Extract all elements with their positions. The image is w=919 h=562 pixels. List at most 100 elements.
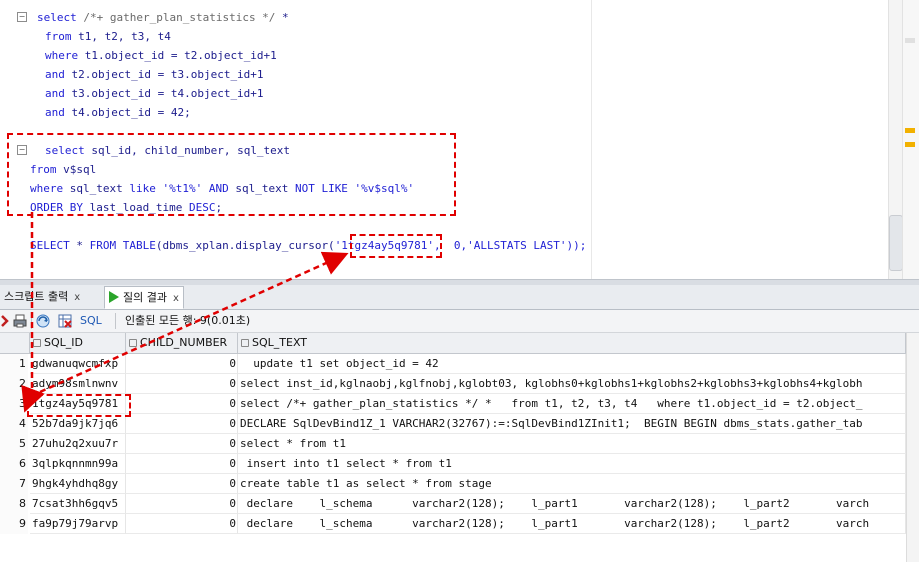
code-line[interactable]: and t2.object_id = t3.object_id+1 — [45, 65, 264, 84]
annotation-box-query — [7, 133, 456, 216]
cell-sql-text[interactable]: update t1 set object_id = 42 — [238, 354, 906, 374]
code-line[interactable]: select /*+ gather_plan_statistics */ * — [37, 8, 289, 27]
cell-sql-id[interactable]: fa9p79j79arvp — [30, 514, 126, 534]
row-number[interactable]: 6 — [0, 454, 28, 474]
code-line[interactable]: SELECT * FROM TABLE(dbms_xplan.display_c… — [30, 236, 586, 255]
result-toolbar: SQL 인출된 모든 행: 9(0.01초) — [0, 310, 919, 333]
overview-marker — [905, 38, 915, 43]
tab-label: 스크립트 출력 — [4, 290, 69, 303]
row-number[interactable]: 7 — [0, 474, 28, 494]
code-text: t3.object_id = t4.object_id+1 — [64, 87, 264, 100]
column-icon — [33, 339, 41, 347]
cell-sql-id[interactable]: adym98smlnwnv — [30, 374, 126, 394]
cell-child-number[interactable]: 0 — [126, 354, 238, 374]
print-icon[interactable] — [12, 313, 28, 329]
row-number[interactable]: 5 — [0, 434, 28, 454]
code-keyword: and — [45, 106, 65, 119]
row-number[interactable]: 9 — [0, 514, 28, 534]
code-line[interactable]: where t1.object_id = t2.object_id+1 — [45, 46, 277, 65]
code-line[interactable]: and t4.object_id = 42; — [45, 103, 191, 122]
cell-child-number[interactable]: 0 — [126, 394, 238, 414]
sql-button[interactable]: SQL — [80, 313, 102, 329]
table-row[interactable]: 3 1tgz4ay5q9781 0 select /*+ gather_plan_st… — [0, 394, 906, 414]
code-text: * — [69, 239, 90, 252]
code-text: t4.object_id = 42; — [64, 106, 191, 119]
code-line[interactable]: and t3.object_id = t4.object_id+1 — [45, 84, 264, 103]
code-line[interactable]: from t1, t2, t3, t4 — [45, 27, 171, 46]
column-header-label: CHILD_NUMBER — [140, 336, 228, 349]
code-string: , 0,'ALLSTATS LAST')); — [434, 239, 587, 252]
row-number[interactable]: 3 — [0, 394, 28, 414]
query-result-grid[interactable]: SQL_ID CHILD_NUMBER SQL_TEXT 1 gdwanuqwcm… — [0, 333, 906, 562]
code-text: t1.object_id = t2.object_id+1 — [78, 49, 277, 62]
code-comment: /*+ gather_plan_statistics */ — [83, 11, 276, 24]
row-number[interactable]: 8 — [0, 494, 28, 514]
cell-sql-text[interactable]: select * from t1 — [238, 434, 906, 454]
cell-child-number[interactable]: 0 — [126, 474, 238, 494]
cell-sql-id[interactable]: 27uhu2q2xuu7r — [30, 434, 126, 454]
output-tab-strip: 스크립트 출력 x 질의 결과 x — [0, 285, 919, 310]
column-header-sql-text[interactable]: SQL_TEXT — [238, 333, 906, 353]
table-row[interactable]: 6 3qlpkqnnmn99a 0 insert into t1 select * … — [0, 454, 906, 474]
code-keyword: FROM — [89, 239, 117, 252]
cell-sql-id[interactable]: 3qlpkqnnmn99a — [30, 454, 126, 474]
cell-child-number[interactable]: 0 — [126, 514, 238, 534]
cell-child-number[interactable]: 0 — [126, 434, 238, 454]
close-icon[interactable]: x — [74, 292, 80, 303]
tab-script-output[interactable]: 스크립트 출력 x — [0, 286, 84, 307]
code-keyword: SELECT — [30, 239, 70, 252]
fetch-status-text: 인출된 모든 행: 9(0.01초) — [125, 314, 251, 327]
column-header-sql-id[interactable]: SQL_ID — [30, 333, 126, 353]
cell-child-number[interactable]: 0 — [126, 374, 238, 394]
cell-sql-id[interactable]: gdwanuqwcmfxp — [30, 354, 126, 374]
row-number[interactable]: 2 — [0, 374, 28, 394]
annotation-box-sql-id-literal — [350, 234, 442, 258]
column-header-label: SQL_TEXT — [252, 336, 307, 349]
column-header-child-number[interactable]: CHILD_NUMBER — [126, 333, 238, 353]
cell-sql-text[interactable]: create table t1 as select * from stage — [238, 474, 906, 494]
tab-label: 질의 결과 — [123, 291, 167, 304]
sql-worksheet-editor[interactable]: − select /*+ gather_plan_statistics */ *… — [0, 0, 919, 279]
row-number[interactable]: 4 — [0, 414, 28, 434]
table-row[interactable]: 7 9hgk4yhdhq8gy 0 create table t1 as select… — [0, 474, 906, 494]
table-row[interactable]: 1 gdwanuqwcmfxp 0 update t1 set object_id … — [0, 354, 906, 374]
cell-sql-text[interactable]: DECLARE SqlDevBind1Z_1 VARCHAR2(32767):=… — [238, 414, 906, 434]
cell-sql-text[interactable]: select /*+ gather_plan_statistics */ * f… — [238, 394, 906, 414]
table-row[interactable]: 8 7csat3hh6gqv5 0 declare l_schema varchar… — [0, 494, 906, 514]
table-row[interactable]: 4 52b7da9jk7jq6 0 DECLARE SqlDevBind1Z_1 VA… — [0, 414, 906, 434]
column-icon — [241, 339, 249, 347]
cell-sql-text[interactable]: select inst_id,kglnaobj,kglfnobj,kglobt0… — [238, 374, 906, 394]
cell-sql-text[interactable]: insert into t1 select * from t1 — [238, 454, 906, 474]
overview-marker — [905, 142, 915, 147]
editor-right-margin — [591, 0, 592, 279]
refresh-icon[interactable] — [35, 313, 51, 329]
column-header-label: SQL_ID — [44, 336, 83, 349]
cell-child-number[interactable]: 0 — [126, 414, 238, 434]
cell-child-number[interactable]: 0 — [126, 454, 238, 474]
toolbar-separator — [31, 313, 32, 329]
editor-scroll-thumb[interactable] — [889, 215, 903, 271]
row-number-header — [0, 333, 30, 353]
code-text: (dbms_xplan.display_cursor( — [155, 239, 335, 252]
table-row[interactable]: 9 fa9p79j79arvp 0 declare l_schema varchar… — [0, 514, 906, 534]
close-icon[interactable]: x — [173, 293, 179, 304]
grid-vertical-scrollbar[interactable] — [906, 333, 919, 562]
delete-grid-icon[interactable] — [57, 313, 73, 329]
code-keyword: and — [45, 87, 65, 100]
cell-sql-id[interactable]: 9hgk4yhdhq8gy — [30, 474, 126, 494]
cell-sql-text[interactable]: declare l_schema varchar2(128); l_part1 … — [238, 494, 906, 514]
code-text: t2.object_id = t3.object_id+1 — [64, 68, 264, 81]
fold-toggle-query1[interactable]: − — [17, 12, 27, 22]
play-icon — [109, 291, 119, 303]
table-row[interactable]: 5 27uhu2q2xuu7r 0 select * from t1 — [0, 434, 906, 454]
cell-sql-id[interactable]: 52b7da9jk7jq6 — [30, 414, 126, 434]
code-keyword: from — [45, 30, 72, 43]
row-number[interactable]: 1 — [0, 354, 28, 374]
cell-sql-id[interactable]: 7csat3hh6gqv5 — [30, 494, 126, 514]
tab-query-result[interactable]: 질의 결과 x — [104, 286, 184, 309]
cell-sql-text[interactable]: declare l_schema varchar2(128); l_part1 … — [238, 514, 906, 534]
code-keyword: where — [45, 49, 79, 62]
cell-child-number[interactable]: 0 — [126, 494, 238, 514]
code-keyword: TABLE — [116, 239, 156, 252]
table-row[interactable]: 2 adym98smlnwnv 0 select inst_id,kglnaobj,k… — [0, 374, 906, 394]
